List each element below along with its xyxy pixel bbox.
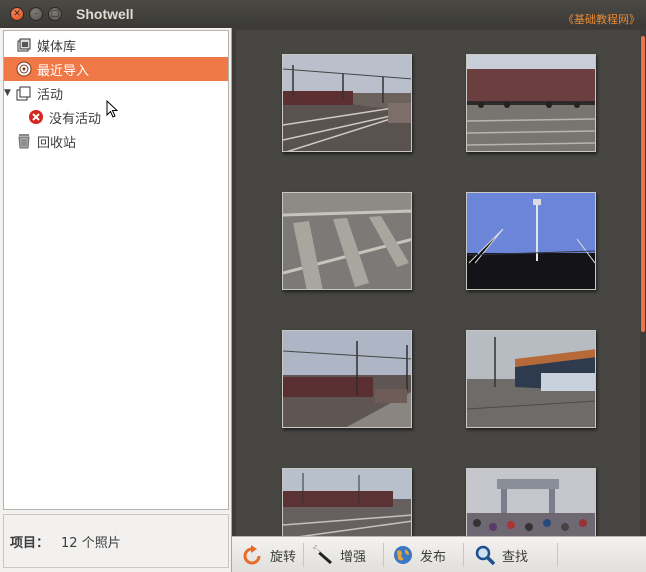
sidebar-item-trash[interactable]: 回收站	[4, 129, 228, 153]
sidebar-item-label: 活动	[37, 87, 64, 103]
sidebar-item-label: 最近导入	[37, 63, 90, 79]
publish-button[interactable]: 发布	[392, 541, 446, 569]
close-icon: ✕	[13, 8, 21, 19]
bottom-toolbar: 旋转 增强 发布 查找	[232, 536, 646, 572]
toolbar-separator	[557, 543, 558, 567]
photo-thumbnail[interactable]	[282, 192, 412, 290]
import-icon	[16, 61, 32, 77]
status-label: 项目：	[10, 535, 50, 551]
photo-viewer[interactable]	[236, 30, 644, 566]
close-window-button[interactable]: ✕	[10, 7, 24, 21]
minimize-icon: –	[33, 8, 39, 19]
watermark: 《基础教程网》	[563, 13, 640, 26]
photo-count: 12 个照片	[61, 535, 121, 551]
photo-thumbnail[interactable]	[466, 330, 596, 428]
rotate-button[interactable]: 旋转	[242, 541, 296, 569]
globe-icon	[392, 544, 414, 566]
sidebar-item-label: 回收站	[37, 135, 77, 151]
toolbar-separator	[463, 543, 464, 567]
sidebar-item-recent-import[interactable]: 最近导入	[4, 57, 228, 81]
sidebar-item-label: 没有活动	[49, 111, 102, 127]
photo-thumbnail[interactable]	[466, 54, 596, 152]
search-icon	[474, 544, 496, 566]
enhance-button[interactable]: 增强	[312, 541, 366, 569]
mouse-cursor-icon	[106, 100, 119, 118]
sidebar-item-library[interactable]: 媒体库	[4, 33, 228, 57]
sidebar-item-label: 媒体库	[37, 39, 77, 55]
publish-label: 发布	[420, 549, 447, 565]
scrollbar-thumb[interactable]	[641, 36, 645, 332]
status-bar: 项目： 12 个照片	[3, 514, 229, 568]
expand-arrow-icon[interactable]: ▼	[4, 88, 13, 98]
photo-thumbnail[interactable]	[282, 54, 412, 152]
toolbar-separator	[303, 543, 304, 567]
maximize-window-button[interactable]: □	[48, 7, 62, 21]
photo-thumbnail[interactable]	[466, 192, 596, 290]
sidebar: 媒体库 最近导入 ▼ 活动 没有活动 回收站 项目： 12 个照片	[0, 28, 232, 572]
viewer-scrollbar[interactable]	[640, 30, 646, 536]
find-label: 查找	[502, 549, 529, 565]
title-bar: ✕ – □ Shotwell 《基础教程网》	[0, 0, 646, 28]
magic-wand-icon	[312, 544, 334, 566]
rotate-label: 旋转	[270, 549, 297, 565]
photo-thumbnail[interactable]	[282, 330, 412, 428]
minimize-window-button[interactable]: –	[29, 7, 43, 21]
events-icon	[16, 85, 32, 101]
window-title: Shotwell	[76, 6, 134, 22]
toolbar-separator	[383, 543, 384, 567]
enhance-label: 增强	[340, 549, 367, 565]
no-event-icon	[28, 109, 44, 125]
library-icon	[16, 37, 32, 53]
rotate-icon	[242, 544, 264, 566]
trash-icon	[16, 133, 32, 149]
find-button[interactable]: 查找	[474, 541, 528, 569]
maximize-icon: □	[50, 8, 60, 19]
